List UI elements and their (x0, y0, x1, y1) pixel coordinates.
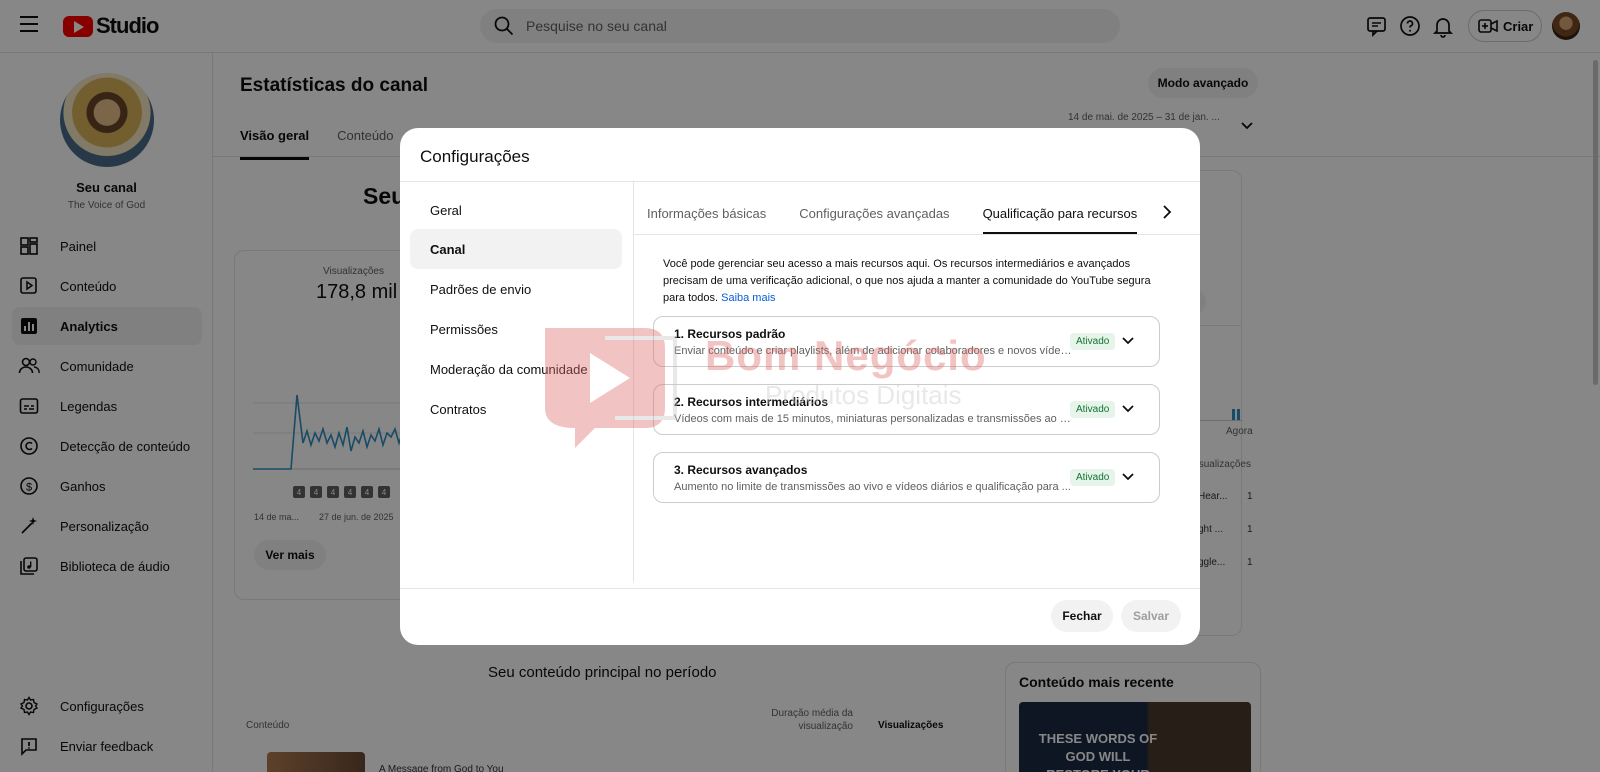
feature-intermediate[interactable]: 2. Recursos intermediários Vídeos com ma… (653, 384, 1160, 435)
tab-informacoes-basicas[interactable]: Informações básicas (647, 206, 766, 234)
settings-dialog: Configurações Geral Canal Padrões de env… (400, 128, 1200, 645)
dialog-nav-geral[interactable]: Geral (410, 190, 622, 230)
chevron-down-icon[interactable] (1120, 401, 1136, 417)
divider (634, 234, 1200, 235)
feature-description: Enviar conteúdo e criar playlists, além … (674, 345, 1072, 357)
dialog-nav-permissoes[interactable]: Permissões (410, 309, 622, 349)
feature-description: Aumento no limite de transmissões ao viv… (674, 481, 1071, 493)
feature-title: 2. Recursos intermediários (674, 395, 829, 409)
feature-advanced[interactable]: 3. Recursos avançados Aumento no limite … (653, 452, 1160, 503)
tab-qualificacao-recursos[interactable]: Qualificação para recursos (982, 206, 1138, 234)
dialog-nav-moderacao[interactable]: Moderação da comunidade (410, 349, 622, 389)
learn-more-link[interactable]: Saiba mais (721, 292, 775, 304)
tab-configuracoes-avancadas[interactable]: Configurações avançadas (799, 206, 949, 234)
status-badge: Ativado (1070, 401, 1116, 418)
feature-title: 1. Recursos padrão (674, 327, 786, 341)
chevron-right-icon[interactable] (1160, 204, 1174, 220)
dialog-nav-canal[interactable]: Canal (410, 229, 622, 269)
dialog-nav-contratos[interactable]: Contratos (410, 389, 622, 429)
chevron-down-icon[interactable] (1120, 333, 1136, 349)
dialog-title: Configurações (420, 147, 530, 166)
status-badge: Ativado (1070, 469, 1116, 486)
divider (400, 181, 1200, 182)
save-button[interactable]: Salvar (1121, 600, 1181, 632)
divider (400, 588, 1200, 589)
feature-standard[interactable]: 1. Recursos padrão Enviar conteúdo e cri… (653, 316, 1160, 367)
dialog-tabs: Informações básicas Configurações avança… (647, 206, 1170, 234)
feature-title: 3. Recursos avançados (674, 463, 808, 477)
divider (633, 181, 634, 582)
feature-description: Vídeos com mais de 15 minutos, miniatura… (674, 413, 1072, 425)
close-button[interactable]: Fechar (1051, 600, 1113, 632)
status-badge: Ativado (1070, 333, 1116, 350)
chevron-down-icon[interactable] (1120, 469, 1136, 485)
intro-text: Você pode gerenciar seu acesso a mais re… (663, 256, 1173, 307)
dialog-nav-padroes-envio[interactable]: Padrões de envio (410, 269, 622, 309)
